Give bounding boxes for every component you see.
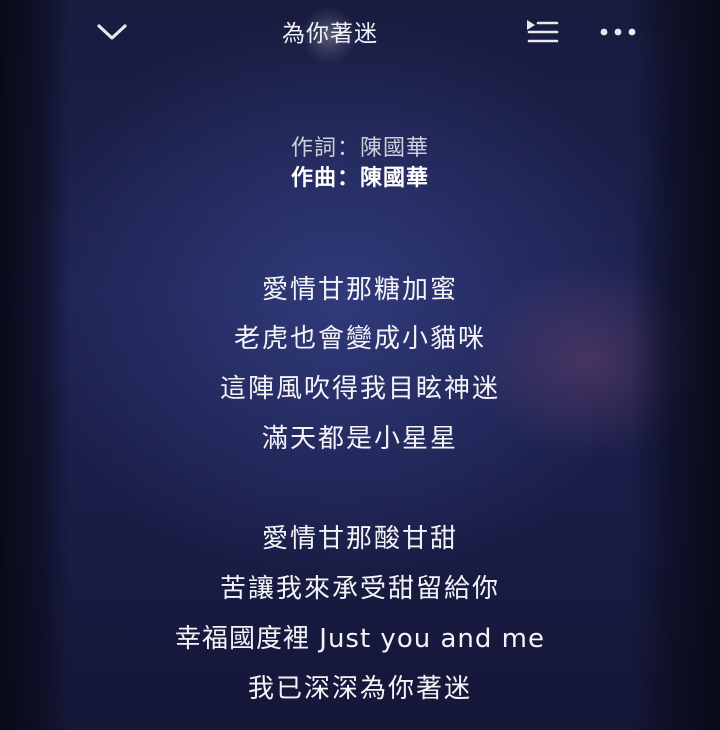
lyric-line[interactable]: 苦讓我來承受甜留給你: [0, 568, 720, 605]
lyric-line[interactable]: 愛情甘那酸甘甜: [0, 518, 720, 555]
lyric-line[interactable]: 這陣風吹得我目眩神迷: [0, 368, 720, 405]
queue-button[interactable]: [520, 12, 564, 52]
playlist-queue-icon: [527, 20, 559, 43]
lyrics-screen: 為你著迷 作詞：陳國華 作曲：陳國華 愛情甘那糖加蜜 老虎也會變成小貓咪 這陣風…: [0, 0, 720, 730]
chevron-down-icon: [97, 24, 127, 40]
composer-credit: 作曲：陳國華: [290, 166, 429, 191]
player-header: 為你著迷: [0, 0, 720, 64]
more-options-button[interactable]: [594, 12, 642, 52]
song-title: 為你著迷: [282, 21, 378, 47]
lyric-line[interactable]: 滿天都是小星星: [0, 418, 720, 455]
lyricist-credit: 作詞：陳國華: [290, 136, 429, 161]
lyric-line[interactable]: 愛情甘那糖加蜜: [0, 269, 720, 306]
lyric-line[interactable]: 老虎也會變成小貓咪: [0, 318, 720, 355]
more-horizontal-icon: [600, 28, 636, 36]
lyric-line[interactable]: 幸福國度裡 Just you and me: [0, 618, 720, 655]
collapse-button[interactable]: [90, 12, 134, 52]
lyric-line[interactable]: 我已深深為你著迷: [0, 668, 720, 705]
